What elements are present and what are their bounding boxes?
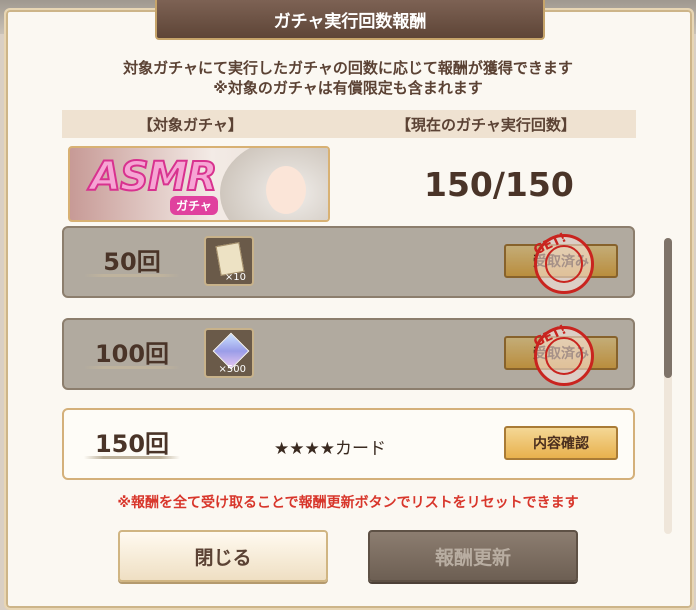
get-stamp-icon: GET! (531, 230, 594, 294)
close-button-label: 閉じる (194, 546, 252, 569)
threshold-underline (84, 274, 180, 277)
item-quantity: ×10 (224, 272, 246, 283)
reward-row-150: 150回 ★★★★カード 内容確認 (62, 408, 635, 480)
reward-row-50: 50回 ×10 受取済み GET! (62, 226, 635, 298)
reward-list[interactable]: 50回 ×10 受取済み GET! 100回 ×500 受取済み GET! 15… (62, 226, 637, 488)
scrollbar[interactable] (664, 238, 672, 534)
header-target-gacha: 【対象ガチャ】 (138, 116, 243, 134)
reward-item-ticket-icon[interactable]: ×10 (204, 236, 254, 286)
close-button[interactable]: 閉じる (118, 530, 328, 582)
header-current-count: 【現在のガチャ実行回数】 (396, 116, 576, 134)
item-quantity: ×500 (218, 364, 246, 375)
reward-description: ★★★★カード (274, 439, 386, 459)
banner-logo-sub: ガチャ (170, 196, 218, 215)
reward-threshold: 100回 (94, 340, 170, 368)
threshold-underline (84, 366, 180, 369)
dialog-title: ガチャ実行回数報酬 (155, 0, 545, 40)
reward-threshold: 150回 (94, 430, 170, 458)
asmr-gacha-banner: ASMR ガチャ (68, 146, 330, 222)
dialog-title-text: ガチャ実行回数報酬 (273, 11, 427, 32)
banner-logo: ASMR (89, 153, 218, 201)
get-stamp-icon: GET! (531, 322, 594, 386)
description-line-2: ※対象のガチャは有償限定も含まれます (213, 79, 483, 97)
reward-threshold: 50回 (103, 248, 161, 276)
dialog-description: 対象ガチャにて実行したガチャの回数に応じて報酬が獲得できます ※対象のガチャは有… (0, 58, 696, 98)
reward-row-100: 100回 ×500 受取済み GET! (62, 318, 635, 390)
update-button-label: 報酬更新 (434, 546, 511, 569)
reward-item-gem-icon[interactable]: ×500 (204, 328, 254, 378)
update-rewards-button[interactable]: 報酬更新 (368, 530, 578, 582)
reset-note: ※報酬を全て受け取ることで報酬更新ボタンでリストをリセットできます (117, 495, 579, 511)
scrollbar-thumb[interactable] (664, 238, 672, 378)
description-line-1: 対象ガチャにて実行したガチャの回数に応じて報酬が獲得できます (123, 59, 573, 77)
banner-character-face (266, 166, 306, 214)
current-gacha-count: 150/150 (424, 165, 574, 204)
threshold-underline (84, 456, 180, 459)
content-check-button[interactable]: 内容確認 (504, 426, 618, 460)
ticket-icon (215, 242, 245, 276)
